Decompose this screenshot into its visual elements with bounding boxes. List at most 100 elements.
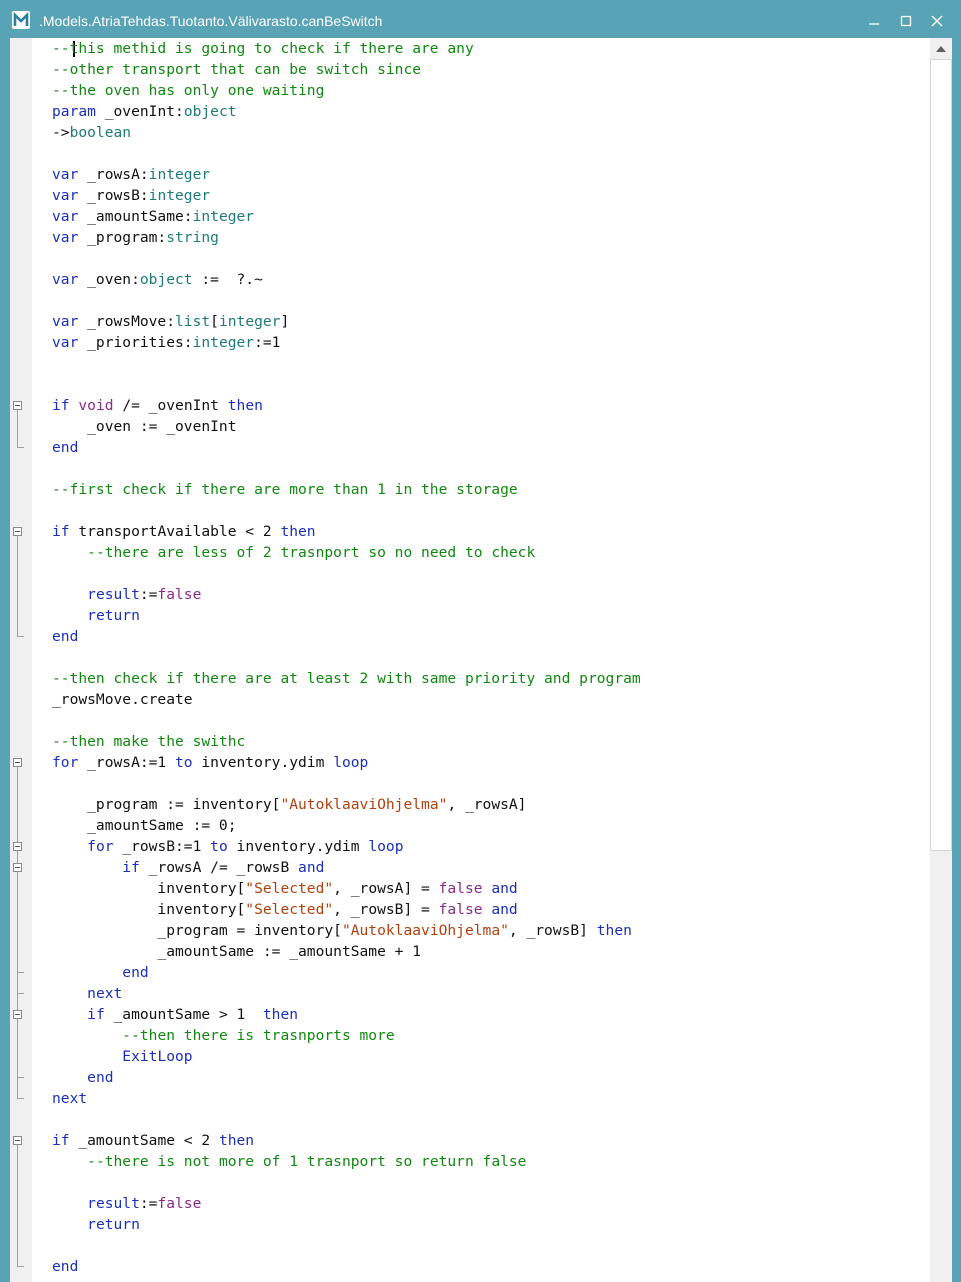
literal-token: false [157,586,202,603]
fold-toggle-icon[interactable] [13,1136,22,1145]
scroll-up-button[interactable] [930,38,952,58]
code-line[interactable]: next [52,983,930,1004]
code-line[interactable] [52,1172,930,1193]
code-line[interactable]: _program := inventory["AutoklaaviOhjelma… [52,794,930,815]
code-line[interactable]: --there are less of 2 trasnport so no ne… [52,542,930,563]
minimize-button[interactable] [860,8,888,34]
code-line[interactable]: --other transport that can be switch sin… [52,59,930,80]
code-line[interactable]: inventory["Selected", _rowsB] = false an… [52,899,930,920]
code-line[interactable] [52,374,930,395]
code-line[interactable]: for _rowsB:=1 to inventory.ydim loop [52,836,930,857]
maximize-icon [900,15,912,27]
fold-toggle-icon[interactable] [13,863,22,872]
code-line[interactable]: var _oven:object := ?.~ [52,269,930,290]
code-line[interactable]: var _rowsB:integer [52,185,930,206]
code-line[interactable]: _program = inventory["AutoklaaviOhjelma"… [52,920,930,941]
code-line[interactable]: _rowsMove.create [52,689,930,710]
code-line[interactable]: inventory["Selected", _rowsA] = false an… [52,878,930,899]
code-line[interactable]: --then make the swithc [52,731,930,752]
close-button[interactable] [923,8,951,34]
code-line[interactable] [52,773,930,794]
code-line[interactable]: --then there is trasnports more [52,1025,930,1046]
code-line[interactable]: ->boolean [52,122,930,143]
code-line[interactable]: result:=false [52,584,930,605]
fold-toggle-icon[interactable] [13,401,22,410]
code-line[interactable]: --then check if there are at least 2 wit… [52,668,930,689]
code-line[interactable]: return [52,605,930,626]
comment-token: --first check if there are more than 1 i… [52,481,518,498]
code-line[interactable]: if _amountSame < 2 then [52,1130,930,1151]
code-token: _rowsB:=1 [113,838,211,855]
code-line[interactable]: _amountSame := 0; [52,815,930,836]
code-token: /= _ovenInt [113,397,228,414]
keyword-token: and [298,859,325,876]
maximize-button[interactable] [892,8,920,34]
keyword-token: if [122,859,140,876]
code-line[interactable]: var _amountSame:integer [52,206,930,227]
code-line[interactable]: --the oven has only one waiting [52,80,930,101]
code-line[interactable]: end [52,1256,930,1277]
code-line[interactable]: end [52,437,930,458]
code-line[interactable]: param _ovenInt:object [52,101,930,122]
code-line[interactable]: --there is not more of 1 trasnport so re… [52,1151,930,1172]
code-editor[interactable]: --this methid is going to check if there… [10,38,952,1282]
code-line[interactable]: --first check if there are more than 1 i… [52,479,930,500]
vertical-scrollbar[interactable] [930,38,952,1282]
code-line[interactable] [52,248,930,269]
code-line[interactable]: _oven := _ovenInt [52,416,930,437]
code-line[interactable]: for _rowsA:=1 to inventory.ydim loop [52,752,930,773]
comment-token: --then make the swithc [52,733,246,750]
code-line[interactable]: end [52,626,930,647]
code-line[interactable]: if void /= _ovenInt then [52,395,930,416]
code-line[interactable]: --this methid is going to check if there… [52,38,930,59]
keyword-token: var [52,187,79,204]
fold-toggle-icon[interactable] [13,758,22,767]
code-line[interactable] [52,458,930,479]
code-line[interactable] [52,1109,930,1130]
fold-toggle-icon[interactable] [13,527,22,536]
code-token: _priorities: [78,334,193,351]
literal-token: false [438,880,483,897]
title-bar[interactable]: .Models.AtriaTehdas.Tuotanto.Välivarasto… [0,0,961,42]
keyword-token: for [52,754,79,771]
code-line[interactable]: if transportAvailable < 2 then [52,521,930,542]
code-line[interactable] [52,647,930,668]
code-line[interactable] [52,710,930,731]
code-line[interactable]: _amountSame := _amountSame + 1 [52,941,930,962]
keyword-token: if [87,1006,105,1023]
fold-toggle-icon[interactable] [13,842,22,851]
code-token: _amountSame > 1 [104,1006,263,1023]
code-line[interactable] [52,563,930,584]
code-line[interactable]: var _rowsMove:list[integer] [52,311,930,332]
code-token: :=1 [254,334,281,351]
scroll-thumb[interactable] [930,59,952,851]
code-line[interactable]: end [52,962,930,983]
code-line[interactable]: ExitLoop [52,1046,930,1067]
code-token: _amountSame: [78,208,193,225]
code-line[interactable] [52,500,930,521]
code-line[interactable]: end [52,1067,930,1088]
code-token: _rowsA /= _rowsB [139,859,299,876]
code-token: _oven: [78,271,140,288]
code-token: _ovenInt: [95,103,184,120]
code-line[interactable]: result:=false [52,1193,930,1214]
code-line[interactable]: var _rowsA:integer [52,164,930,185]
code-line[interactable]: var _priorities:integer:=1 [52,332,930,353]
keyword-token: to [210,838,228,855]
keyword-token: to [175,754,193,771]
code-line[interactable]: var _program:string [52,227,930,248]
code-line[interactable]: next [52,1088,930,1109]
code-line[interactable] [52,353,930,374]
code-line[interactable] [52,290,930,311]
code-area[interactable]: --this methid is going to check if there… [32,38,930,1282]
code-line[interactable]: return [52,1214,930,1235]
fold-toggle-icon[interactable] [13,1010,22,1019]
code-line[interactable]: if _rowsA /= _rowsB and [52,857,930,878]
code-token: _rowsMove.create [52,691,193,708]
string-token: "AutoklaaviOhjelma" [341,922,509,939]
code-line[interactable] [52,143,930,164]
code-line[interactable]: if _amountSame > 1 then [52,1004,930,1025]
code-line[interactable] [52,1235,930,1256]
string-token: "Selected" [245,901,334,918]
